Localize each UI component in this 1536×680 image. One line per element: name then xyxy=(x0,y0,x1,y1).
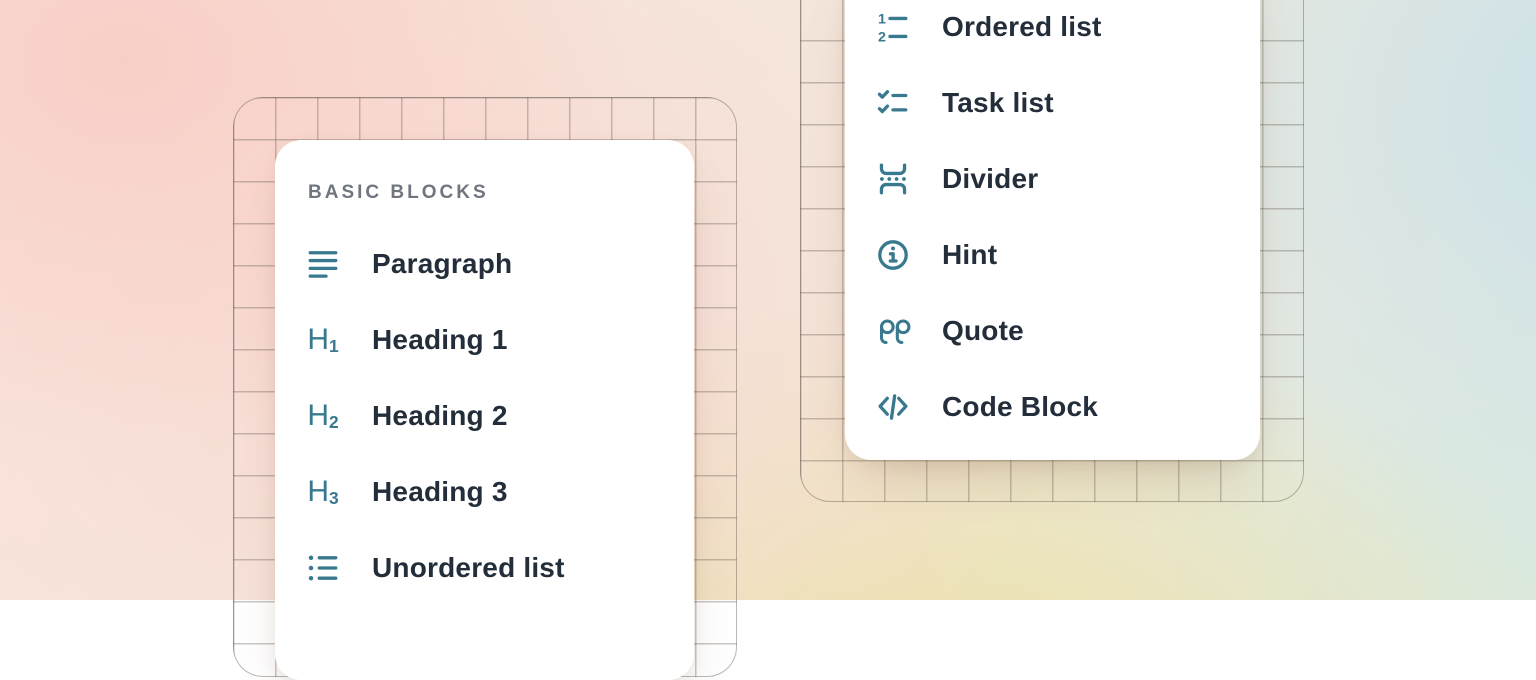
section-title-basic-blocks: BASIC BLOCKS xyxy=(308,182,489,204)
menu-item-ordered-list[interactable]: 12Ordered list xyxy=(875,0,1246,65)
svg-text:1: 1 xyxy=(878,11,886,27)
menu-item-label: Unordered list xyxy=(372,552,565,584)
task-list-icon xyxy=(875,85,911,121)
menu-item-label: Heading 2 xyxy=(372,400,508,432)
menu-item-heading-3[interactable]: H3 Heading 3 xyxy=(305,454,680,530)
basic-blocks-menu-list: Paragraph H1 Heading 1 H2 Heading 2 H3 Heading… xyxy=(305,226,680,606)
menu-item-divider[interactable]: Divider xyxy=(875,141,1246,217)
blocks-menu-card-continued: 12Ordered listTask listDividerHintQuoteC… xyxy=(845,0,1260,460)
menu-item-unordered-list[interactable]: Unordered list xyxy=(305,530,680,606)
heading-1-icon: H1 xyxy=(305,322,341,358)
menu-item-label: Ordered list xyxy=(942,11,1102,43)
menu-item-label: Heading 1 xyxy=(372,324,508,356)
quote-icon xyxy=(875,313,911,349)
hero-illustration: BASIC BLOCKS Paragraph H1 Heading 1 H2 Headi… xyxy=(0,0,1536,600)
menu-item-label: Code Block xyxy=(942,391,1098,423)
menu-item-paragraph[interactable]: Paragraph xyxy=(305,226,680,302)
divider-icon xyxy=(875,161,911,197)
menu-item-code-block[interactable]: Code Block xyxy=(875,369,1246,445)
menu-item-label: Quote xyxy=(942,315,1024,347)
menu-item-hint[interactable]: Hint xyxy=(875,217,1246,293)
menu-item-label: Heading 3 xyxy=(372,476,508,508)
paragraph-icon xyxy=(305,246,341,282)
menu-item-label: Task list xyxy=(942,87,1054,119)
menu-item-label: Paragraph xyxy=(372,248,512,280)
heading-3-icon: H3 xyxy=(305,474,341,510)
menu-item-label: Hint xyxy=(942,239,997,271)
ordered-list-icon: 12 xyxy=(875,9,911,45)
menu-item-heading-2[interactable]: H2 Heading 2 xyxy=(305,378,680,454)
menu-item-heading-1[interactable]: H1 Heading 1 xyxy=(305,302,680,378)
heading-2-icon: H2 xyxy=(305,398,341,434)
svg-text:2: 2 xyxy=(878,29,886,45)
hint-icon xyxy=(875,237,911,273)
basic-blocks-menu-card: BASIC BLOCKS Paragraph H1 Heading 1 H2 Headi… xyxy=(275,140,694,680)
menu-item-label: Divider xyxy=(942,163,1038,195)
menu-item-quote[interactable]: Quote xyxy=(875,293,1246,369)
blocks-menu-list: 12Ordered listTask listDividerHintQuoteC… xyxy=(875,0,1246,445)
code-block-icon xyxy=(875,389,911,425)
menu-item-task-list[interactable]: Task list xyxy=(875,65,1246,141)
unordered-list-icon xyxy=(305,550,341,586)
